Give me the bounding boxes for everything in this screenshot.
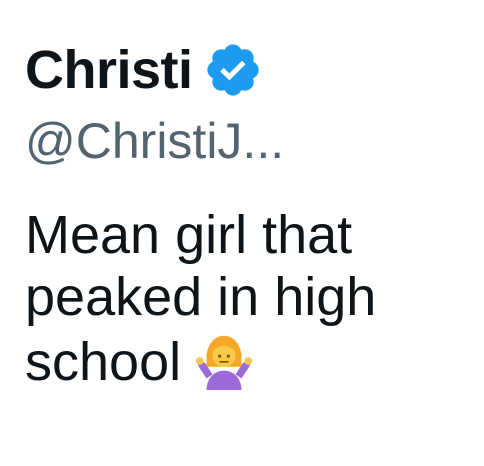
name-row: Christi [25,38,465,102]
bio-line: peaked in high [25,266,377,327]
verified-badge-icon[interactable] [203,40,263,100]
person-shrugging-emoji-icon [193,328,255,391]
bio-line-text: school [25,332,182,393]
bio-line-last: school [25,328,465,394]
handle[interactable]: @ChristiJ... [25,116,465,166]
bio: Mean girl that peaked in high school [25,205,465,394]
bio-line: Mean girl that [25,205,353,265]
display-name[interactable]: Christi [25,43,193,97]
profile-header: Christi @ChristiJ... [25,38,465,166]
